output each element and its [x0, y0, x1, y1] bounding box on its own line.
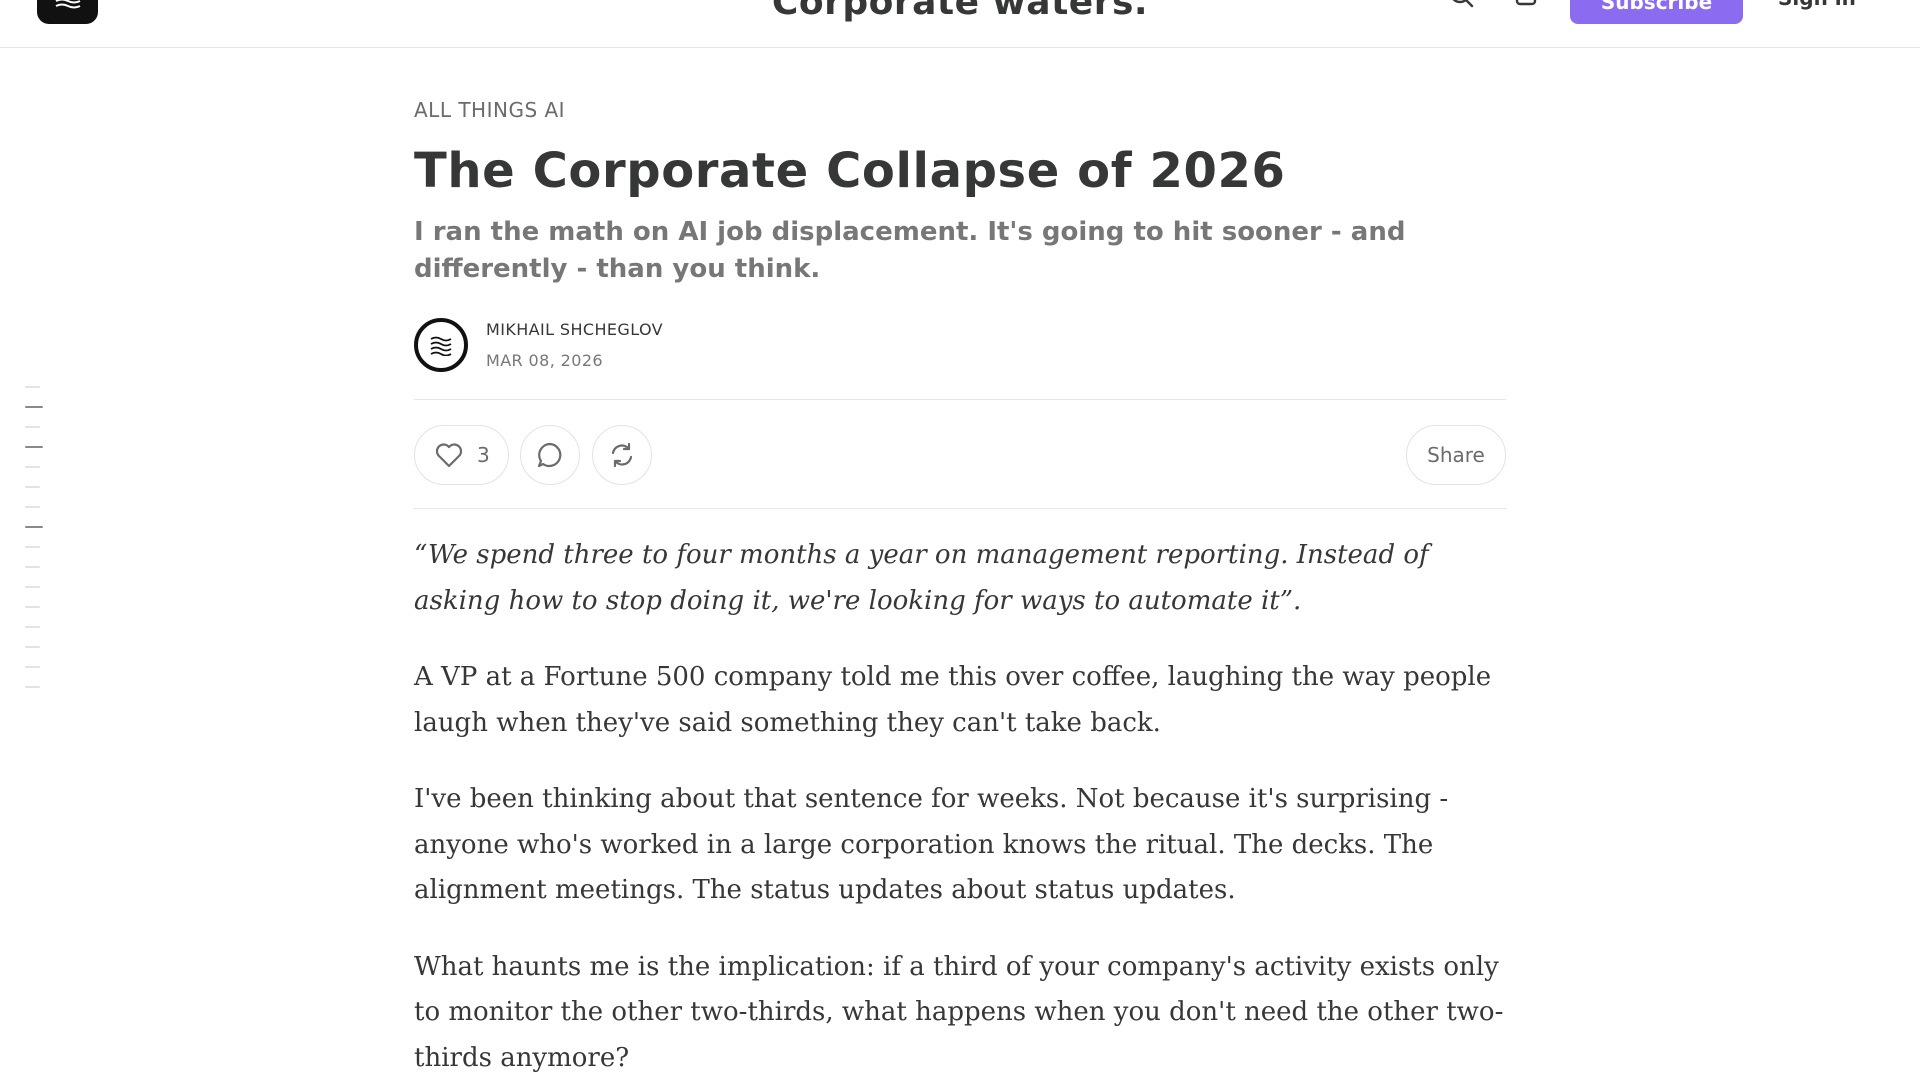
waves-avatar-icon [430, 336, 452, 356]
share-button[interactable]: Share [1406, 425, 1506, 485]
sign-in-link[interactable]: Sign in [1778, 0, 1856, 10]
toc-entry[interactable] [25, 606, 40, 608]
toc-entry[interactable] [25, 526, 43, 528]
pull-quote: “We spend three to four months a year on… [414, 540, 1429, 616]
body-paragraph: A VP at a Fortune 500 company told me th… [414, 662, 1492, 738]
toc-entry[interactable] [25, 546, 40, 548]
byline: MIKHAIL SHCHEGLOV MAR 08, 2026 [414, 318, 1506, 372]
post-title: The Corporate Collapse of 2026 [414, 143, 1286, 199]
toc-entry[interactable] [25, 426, 40, 428]
top-bar: Corporate waters. Subscribe Sign in [0, 0, 1920, 48]
like-count: 3 [477, 443, 490, 467]
subscribe-button[interactable]: Subscribe [1570, 0, 1743, 24]
article-body: “We spend three to four months a year on… [414, 533, 1506, 1080]
heart-icon [435, 443, 463, 468]
toc-entry[interactable] [25, 566, 40, 568]
table-of-contents [25, 386, 47, 706]
author-name[interactable]: MIKHAIL SHCHEGLOV [486, 320, 663, 339]
toc-entry[interactable] [25, 586, 40, 588]
bag-icon[interactable] [1514, 0, 1538, 10]
search-icon[interactable] [1449, 0, 1475, 10]
toc-entry[interactable] [25, 486, 40, 488]
section-label[interactable]: ALL THINGS AI [414, 96, 1506, 124]
restack-button[interactable] [592, 425, 652, 485]
post-date: MAR 08, 2026 [486, 351, 604, 370]
author-avatar[interactable] [414, 318, 468, 372]
toc-entry[interactable] [25, 406, 43, 408]
body-paragraph: I've been thinking about that sentence f… [414, 784, 1449, 905]
post-subtitle: I ran the math on AI job displacement. I… [414, 217, 1406, 284]
toc-entry[interactable] [25, 386, 40, 388]
comment-button[interactable] [520, 425, 580, 485]
toc-entry[interactable] [25, 466, 40, 468]
post-actions-bar: 3 Share [414, 399, 1506, 509]
comment-icon [537, 442, 562, 468]
toc-entry[interactable] [25, 686, 40, 688]
body-paragraph: What haunts me is the implication: if a … [414, 951, 1504, 1073]
article: ALL THINGS AI The Corporate Collapse of … [414, 96, 1506, 1080]
toc-entry[interactable] [25, 666, 40, 668]
toc-entry[interactable] [25, 646, 40, 648]
like-button[interactable]: 3 [414, 425, 509, 485]
restack-icon [611, 442, 633, 468]
toc-entry[interactable] [25, 446, 43, 448]
toc-entry[interactable] [25, 626, 40, 628]
toc-entry[interactable] [25, 506, 40, 508]
